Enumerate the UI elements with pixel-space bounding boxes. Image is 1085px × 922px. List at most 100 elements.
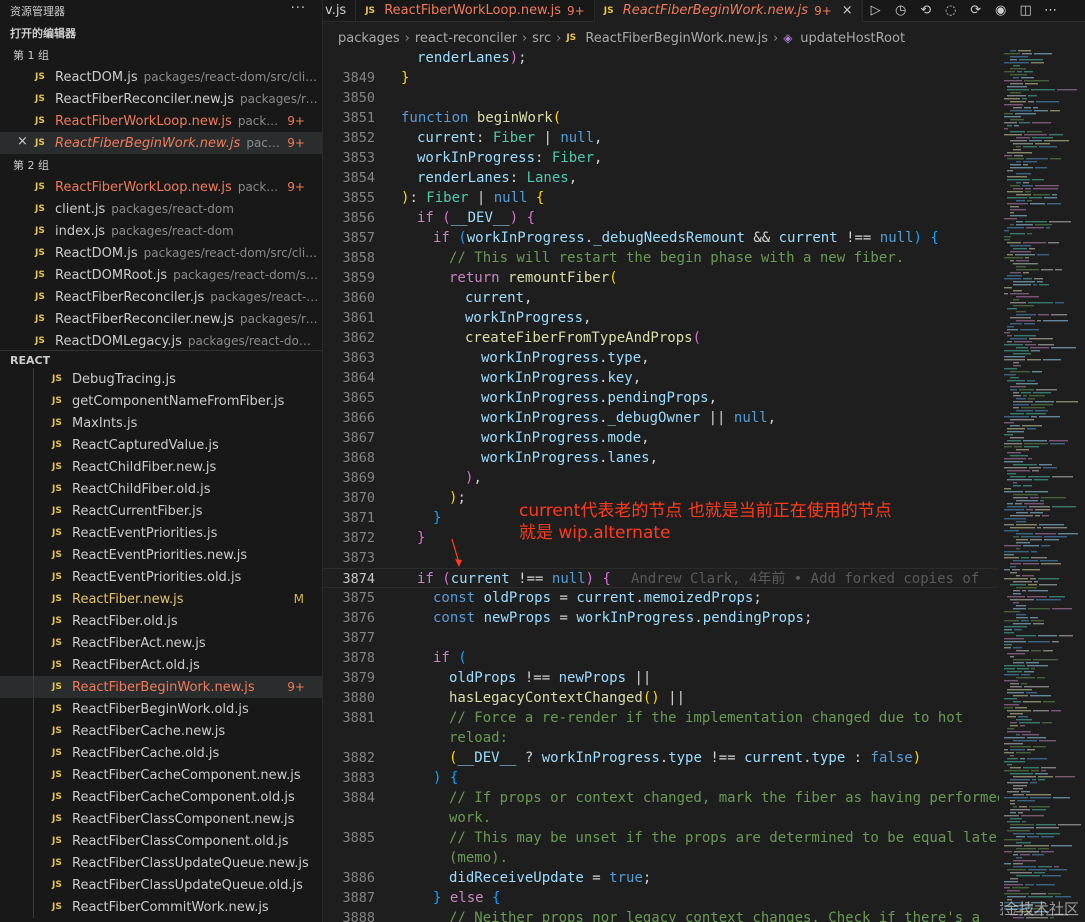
editor-tab[interactable]: v.js: [323, 0, 357, 22]
code-line: 3856 if (__DEV__) {: [323, 208, 999, 228]
close-icon[interactable]: ×: [17, 134, 28, 149]
tree-file-item[interactable]: JS ReactFiberBeginWork.old.js: [0, 698, 322, 720]
minimap-stroke: [1004, 578, 1028, 580]
open-editor-item[interactable]: JS ReactDOM.js packages/react-dom/src/clie…: [0, 66, 322, 88]
minimap-stroke: [1030, 512, 1043, 514]
open-editor-item[interactable]: JS ReactFiberReconciler.js packages/react-…: [0, 286, 322, 308]
tree-file-item[interactable]: JS ReactFiberClassComponent.new.js: [0, 808, 322, 830]
tree-file-item[interactable]: JS ReactEventPriorities.js: [0, 522, 322, 544]
minimap-stroke: [1013, 854, 1018, 856]
open-editor-item[interactable]: JS index.js packages/react-dom: [0, 220, 322, 242]
open-editor-item[interactable]: JS ReactFiberWorkLoop.new.js packag... 9+: [0, 176, 322, 198]
tree-file-item[interactable]: JS ReactFiberClassUpdateQueue.old.js: [0, 874, 322, 896]
minimap-stroke: [1036, 884, 1055, 886]
tree-file-item[interactable]: JS ReactChildFiber.new.js: [0, 456, 322, 478]
git-icon[interactable]: ◉: [994, 3, 1008, 18]
tree-file-item[interactable]: JS ReactFiber.new.js M: [0, 588, 322, 610]
minimap-stroke: [1027, 758, 1047, 760]
tree-file-item[interactable]: JS DebugTracing.js: [0, 368, 322, 390]
minimap-stroke: [1028, 641, 1050, 643]
minimap-stroke: [1004, 368, 1017, 370]
minimap-stroke: [1010, 827, 1034, 829]
breadcrumb-symbol[interactable]: updateHostRoot: [800, 31, 905, 46]
tree-file-item[interactable]: JS getComponentNameFromFiber.js: [0, 390, 322, 412]
tree-file-item[interactable]: JS ReactFiberCacheComponent.old.js: [0, 786, 322, 808]
timeline-icon[interactable]: ◷: [894, 3, 908, 18]
minimap-stroke: [1039, 146, 1057, 148]
minimap-stroke: [1015, 707, 1027, 709]
step-icon[interactable]: ◌: [944, 3, 958, 18]
open-editor-item[interactable]: JS client.js packages/react-dom: [0, 198, 322, 220]
split-editor-icon[interactable]: ◫: [1019, 3, 1033, 18]
open-editor-item[interactable]: × JS ReactFiberBeginWork.new.js packag... 9+: [0, 132, 322, 154]
minimap-stroke: [1040, 500, 1044, 502]
tree-file-item[interactable]: JS ReactChildFiber.old.js: [0, 478, 322, 500]
editor-group-title[interactable]: 第 1 组: [0, 44, 322, 66]
open-editors-section[interactable]: 打开的编辑器: [0, 22, 322, 44]
editor-tab[interactable]: JS ReactFiberBeginWork.new.js 9+ ×: [594, 0, 863, 22]
js-file-icon: JS: [52, 836, 62, 846]
tree-file-item[interactable]: JS ReactFiberCache.old.js: [0, 742, 322, 764]
more-icon[interactable]: ⋯: [1044, 3, 1058, 18]
tree-file-item[interactable]: JS ReactFiber.old.js: [0, 610, 322, 632]
minimap-stroke: [1010, 779, 1030, 781]
tree-file-item[interactable]: JS ReactFiberAct.new.js: [0, 632, 322, 654]
breadcrumb-src[interactable]: src: [532, 31, 551, 46]
open-editor-item[interactable]: JS ReactDOMRoot.js packages/react-dom/src/…: [0, 264, 322, 286]
breadcrumb-react-reconciler[interactable]: react-reconciler: [415, 31, 517, 46]
indent-guide: [33, 676, 34, 698]
open-editor-item[interactable]: JS ReactDOMLegacy.js packages/react-dom/sr…: [0, 330, 322, 352]
open-editor-item[interactable]: JS ReactFiberWorkLoop.new.js packag... 9+: [0, 110, 322, 132]
tree-file-item[interactable]: JS ReactFiberClassUpdateQueue.new.js: [0, 852, 322, 874]
minimap-stroke: [1004, 218, 1017, 220]
file-path: packag...: [237, 180, 282, 194]
code-text: // If props or context changed, mark the…: [449, 790, 999, 806]
tree-file-item[interactable]: JS ReactFiberClassComponent.old.js: [0, 830, 322, 852]
tree-file-item[interactable]: JS ReactCapturedValue.js: [0, 434, 322, 456]
minimap-stroke: [1016, 398, 1026, 400]
minimap[interactable]: @稀土掘金技术社区: [1000, 48, 1085, 922]
breadcrumb-packages[interactable]: packages: [338, 31, 400, 46]
code-line: 3878 if (: [323, 648, 999, 668]
tree-file-item[interactable]: JS ReactFiberCacheComponent.new.js: [0, 764, 322, 786]
tree-file-item[interactable]: JS ReactFiberCommitWork.new.js: [0, 896, 322, 918]
editor-tab[interactable]: JS ReactFiberWorkLoop.new.js 9+: [356, 0, 595, 22]
go-forward-icon[interactable]: ⟳: [969, 3, 983, 18]
more-actions-icon[interactable]: ···: [291, 1, 306, 16]
react-section-header[interactable]: REACT: [0, 350, 322, 370]
breadcrumb-separator: ›: [521, 30, 528, 46]
minimap-stroke: [1024, 671, 1034, 673]
open-editor-item[interactable]: JS ReactFiberReconciler.new.js packages/re…: [0, 88, 322, 110]
minimap-stroke: [1020, 725, 1025, 727]
minimap-stroke: [1024, 446, 1039, 448]
line-number: 3886: [342, 870, 375, 886]
open-editor-item[interactable]: JS ReactDOM.js packages/react-dom/src/clie…: [0, 242, 322, 264]
tree-file-item[interactable]: JS ReactFiberAct.old.js: [0, 654, 322, 676]
minimap-stroke: [1010, 377, 1019, 379]
code-editor[interactable]: renderLanes); 3849} 3850 3851 function begin…: [323, 48, 999, 922]
editor-group-title[interactable]: 第 2 组: [0, 154, 322, 176]
breadcrumb-file[interactable]: ReactFiberBeginWork.new.js: [585, 31, 768, 46]
minimap-stroke: [1013, 863, 1023, 865]
minimap-stroke: [1004, 761, 1025, 763]
file-name: ReactFiberBeginWork.new.js: [55, 135, 241, 151]
minimap-stroke: [1028, 608, 1050, 610]
tree-file-item[interactable]: JS ReactFiberBeginWork.new.js 9+: [0, 676, 322, 698]
tree-file-item[interactable]: JS ReactCurrentFiber.js: [0, 500, 322, 522]
indent-guide: [33, 610, 34, 632]
open-editor-item[interactable]: JS ReactFiberReconciler.new.js packages/re…: [0, 308, 322, 330]
tree-file-item[interactable]: JS MaxInts.js: [0, 412, 322, 434]
minimap-stroke: [1052, 194, 1057, 196]
minimap-stroke: [1013, 365, 1021, 367]
minimap-stroke: [1033, 746, 1046, 748]
run-icon[interactable]: ▷: [869, 3, 883, 18]
minimap-stroke: [1010, 233, 1025, 235]
tree-file-item[interactable]: JS ReactEventPriorities.new.js: [0, 544, 322, 566]
close-tab-icon[interactable]: ×: [842, 3, 853, 18]
go-back-icon[interactable]: ⟲: [919, 3, 933, 18]
tree-file-item[interactable]: JS ReactEventPriorities.old.js: [0, 566, 322, 588]
minimap-stroke: [1043, 650, 1053, 652]
tree-file-item[interactable]: JS ReactFiberCache.new.js: [0, 720, 322, 742]
minimap-stroke: [1007, 179, 1030, 181]
